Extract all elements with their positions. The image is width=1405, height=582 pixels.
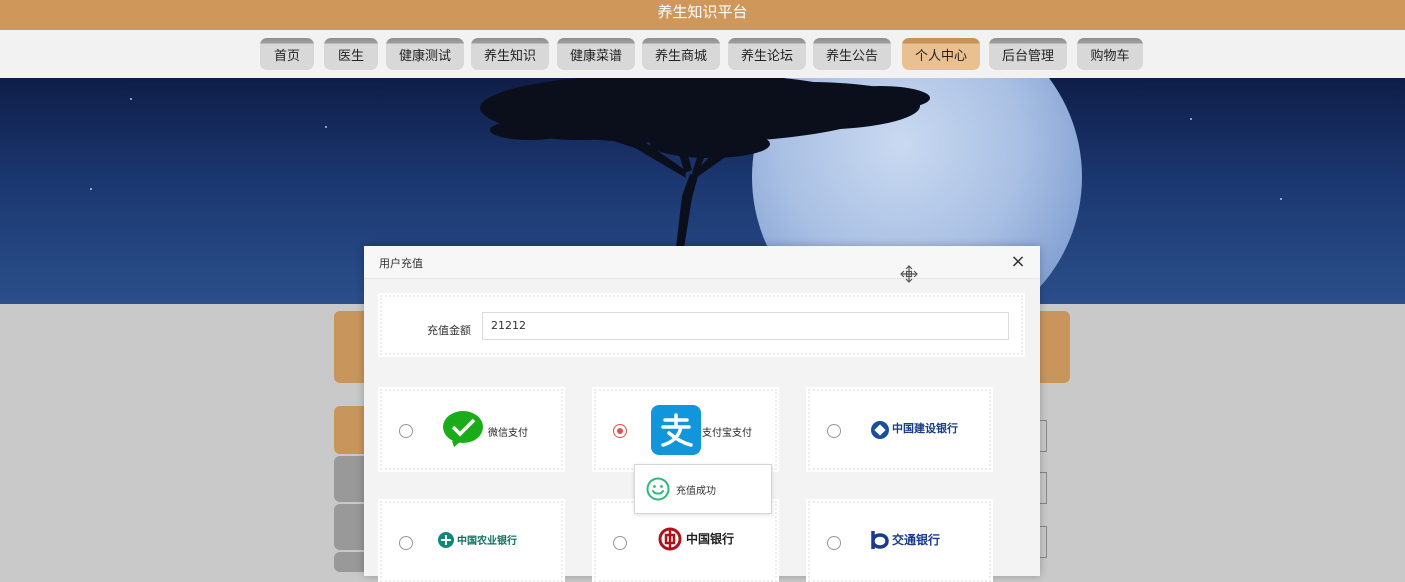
payment-option-bocom[interactable]: 交通银行 <box>808 501 991 582</box>
nav-health-knowledge[interactable]: 养生知识 <box>471 38 549 70</box>
toast-message: 充值成功 <box>676 486 716 497</box>
nav-forum[interactable]: 养生论坛 <box>728 38 806 70</box>
bocom-radio[interactable] <box>827 536 841 550</box>
star <box>325 126 327 128</box>
dialog-title: 用户充值 <box>379 257 423 270</box>
wechat-label: 微信支付 <box>488 428 528 439</box>
wechat-pay-icon <box>443 411 483 447</box>
star <box>130 98 132 100</box>
success-toast: 充值成功 <box>634 464 772 514</box>
alipay-icon <box>651 405 701 455</box>
recharge-dialog: 用户充值 × 充值金额 21212 微信支付 支付宝支付 中国建设银行 中国农业… <box>364 246 1040 582</box>
nav-admin[interactable]: 后台管理 <box>989 38 1067 70</box>
bocom-logo <box>871 531 889 549</box>
wechat-radio[interactable] <box>399 424 413 438</box>
payment-option-abc[interactable]: 中国农业银行 <box>380 501 563 582</box>
close-button[interactable]: × <box>1006 250 1030 274</box>
star <box>90 188 92 190</box>
dialog-header: 用户充值 × <box>364 246 1040 283</box>
smile-icon <box>646 477 670 501</box>
alipay-label: 支付宝支付 <box>702 428 752 439</box>
ccb-label: 中国建设银行 <box>892 422 958 435</box>
nav-personal-center[interactable]: 个人中心 <box>902 38 980 70</box>
site-title-bar: 养生知识平台 <box>0 0 1405 30</box>
ccb-radio[interactable] <box>827 424 841 438</box>
amount-label: 充值金额 <box>427 324 471 337</box>
main-nav: 首页 医生 健康测试 养生知识 健康菜谱 养生商城 养生论坛 养生公告 个人中心… <box>0 30 1405 78</box>
star <box>1190 118 1192 120</box>
site-title: 养生知识平台 <box>657 3 748 21</box>
nav-health-test[interactable]: 健康测试 <box>386 38 464 70</box>
bocom-label: 交通银行 <box>892 533 941 547</box>
abc-label: 中国农业银行 <box>457 536 517 547</box>
payment-option-alipay[interactable]: 支付宝支付 <box>594 389 777 470</box>
ccb-logo <box>871 421 889 439</box>
abc-radio[interactable] <box>399 536 413 550</box>
nav-cart[interactable]: 购物车 <box>1077 38 1143 70</box>
boc-label: 中国银行 <box>686 532 735 546</box>
payment-option-ccb[interactable]: 中国建设银行 <box>808 389 991 470</box>
boc-radio[interactable] <box>613 536 627 550</box>
star <box>1280 198 1282 200</box>
boc-logo <box>658 527 682 551</box>
alipay-radio[interactable] <box>613 424 627 438</box>
tree-silhouette <box>480 78 930 248</box>
amount-input[interactable]: 21212 <box>482 312 1009 340</box>
nav-announcements[interactable]: 养生公告 <box>813 38 891 70</box>
amount-card: 充值金额 21212 <box>380 295 1023 355</box>
nav-home[interactable]: 首页 <box>260 38 314 70</box>
nav-doctor[interactable]: 医生 <box>324 38 378 70</box>
abc-logo <box>438 532 454 548</box>
move-icon[interactable] <box>900 265 918 283</box>
nav-mall[interactable]: 养生商城 <box>642 38 720 70</box>
payment-option-wechat[interactable]: 微信支付 <box>380 389 563 470</box>
nav-recipes[interactable]: 健康菜谱 <box>557 38 635 70</box>
